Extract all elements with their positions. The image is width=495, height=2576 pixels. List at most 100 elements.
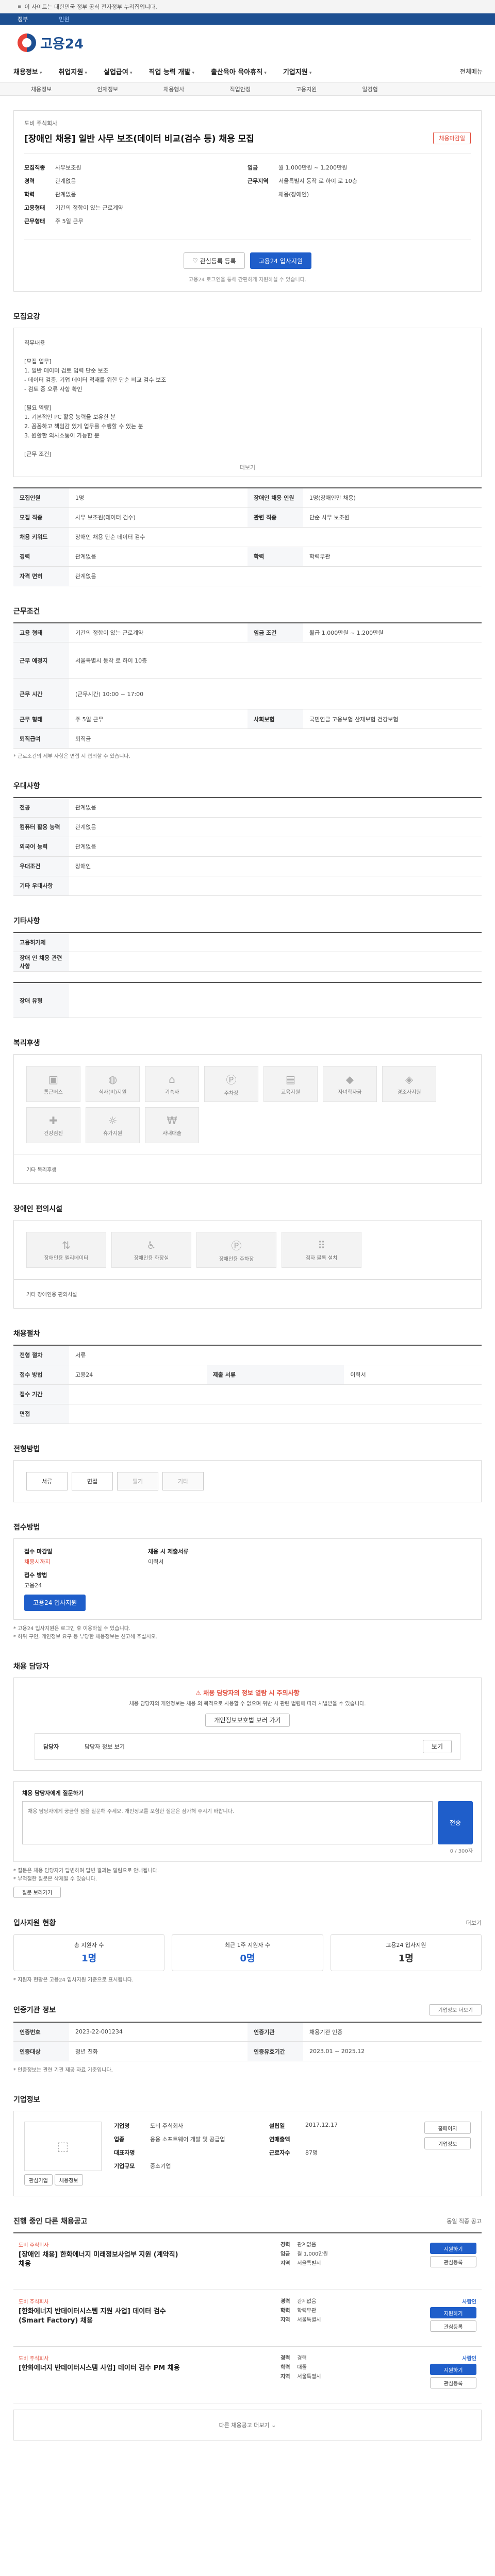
flag-icon: ▪ (18, 3, 22, 10)
apply-value: 고용24 (24, 1582, 42, 1589)
apply-button[interactable]: 고용24 입사지원 (24, 1594, 86, 1611)
company-kv2: 설립일 2017.12.17 연매출액 근로자수 87명 (269, 2122, 424, 2185)
grid-label: 자격 면허 (13, 566, 69, 586)
company-more-button[interactable]: 기업정보 더보기 (429, 2004, 482, 2015)
company-info-button[interactable]: 기업정보 (424, 2137, 471, 2149)
welfare-label: 기숙사 (164, 1089, 179, 1095)
welfare-label: 사내대출 (162, 1130, 182, 1137)
grid-label: 근무 형태 (13, 709, 69, 729)
job-save-button[interactable]: 관심등록 (430, 2320, 476, 2332)
grid-label: 인증대상 (13, 2041, 69, 2061)
privacy-law-button[interactable]: 개인정보보호법 보러 가기 (205, 1713, 290, 1727)
grid-value (69, 1404, 482, 1424)
job-meta-value: 경력 (297, 2355, 307, 2361)
cap-icon: ◆ (345, 1073, 354, 1086)
qa-title: 채용 담당자에게 질문하기 (22, 1789, 84, 1797)
stats-more-link[interactable]: 더보기 (466, 1919, 482, 1927)
job-item-title[interactable]: [한화에너지 반데이터시스템 지원 사업] 데이터 검수 (Smart Fact… (19, 2307, 184, 2326)
gov-link[interactable]: 정부 (18, 15, 28, 23)
grid-label: 채용 키워드 (13, 527, 69, 547)
stats-note: * 지원자 현황은 고용24 입사지원 기준으로 표시됩니다. (13, 1977, 134, 1983)
welfare-label: 휴가지원 (103, 1130, 122, 1137)
more-jobs-button[interactable]: 다른 채용공고 더보기 ⌄ (13, 2410, 482, 2441)
site-logo[interactable]: 고용24 (0, 25, 495, 61)
nav-item[interactable]: 취업지원 (51, 66, 96, 76)
kv-label: 업종 (114, 2136, 125, 2143)
apply-value: 채용시까지 (24, 1558, 51, 1565)
job-apply-button[interactable]: 지원하기 (430, 2243, 476, 2254)
welfare-item: ◍ 식사(비)지원 (86, 1066, 140, 1102)
subnav-item[interactable]: 고용지원 (296, 85, 317, 93)
apply-label: 접수 마감일 (24, 1548, 53, 1555)
health-icon: ✚ (49, 1114, 58, 1127)
kv-label: 설립일 (269, 2123, 285, 2129)
more-button[interactable]: 더보기 (14, 463, 481, 472)
civil-link[interactable]: 민원 (59, 15, 69, 23)
section-title: 진행 중인 다른 채용공고 (13, 2217, 88, 2226)
apply-button[interactable]: 고용24 입사지원 (250, 252, 311, 269)
stat-card: 총 지원자 수 1명 (13, 1934, 165, 1971)
list-item[interactable]: 도비 주식회사 [한화에너지 반데이터시스템 사업] 데이터 검수 PM 채용 경… (13, 2347, 482, 2403)
grid-value: 1명(장애인만 채용) (303, 488, 482, 508)
nav-item[interactable]: 출산육아 육아휴직 (203, 66, 275, 76)
pref-grid: 전공 관계없음 컴퓨터 활용 능력 관계없음 외국어 능력 관계없음 우대조건 장애인 … (13, 797, 482, 896)
grid-value: 서류 (69, 1345, 482, 1365)
grid-value: 관계없음 (69, 566, 482, 586)
favorite-company-button[interactable]: 관심기업 (24, 2174, 53, 2185)
welfare-label: 건강검진 (44, 1130, 63, 1137)
section-title: 근무조건 (13, 607, 40, 616)
job-meta-label: 경력 (280, 2242, 290, 2248)
company-jobs-button[interactable]: 채용정보 (54, 2174, 83, 2185)
company-name: 도비 주식회사 (24, 120, 58, 127)
job-apply-button[interactable]: 지원하기 (430, 2364, 476, 2375)
job-item-title[interactable]: [장애인 채용] 한화에너지 미래정보사업부 지원 (계약직) 채용 (19, 2250, 184, 2269)
nav-item[interactable]: 기업지원 (275, 66, 320, 76)
gov-notice: ▪ 이 사이트는 대한민국 정부 공식 전자정부 누리집입니다. (0, 0, 495, 13)
subnav-item[interactable]: 채용행사 (163, 85, 184, 93)
qa-box: 채용 담당자에게 질문하기 전송 0 / 300자 (13, 1781, 482, 1862)
view-contact-button[interactable]: 보기 (422, 1739, 452, 1753)
question-input[interactable] (22, 1801, 433, 1844)
subnav-item[interactable]: 일경험 (362, 85, 377, 93)
nav-item[interactable]: 직업 능력 개발 (141, 66, 203, 76)
send-button[interactable]: 전송 (438, 1801, 473, 1844)
job-apply-button[interactable]: 지원하기 (430, 2307, 476, 2318)
nav-item[interactable]: 실업급여 (95, 66, 141, 76)
gift-icon: ◈ (405, 1073, 414, 1086)
subnav-item[interactable]: 인재정보 (97, 85, 118, 93)
nav-item[interactable]: 채용정보 (5, 66, 51, 76)
grid-value: 채용기관 인증 (303, 2022, 482, 2042)
welfare-item: Ⓟ 주차장 (204, 1066, 258, 1102)
job-item-title[interactable]: [한화에너지 반데이터시스템 사업] 데이터 검수 PM 채용 (19, 2364, 184, 2373)
subnav-item[interactable]: 직업안정 (229, 85, 250, 93)
job-meta-label: 임금 (280, 2251, 290, 2257)
stat-card: 고용24 입사지원 1명 (330, 1934, 482, 1971)
subnav-item[interactable]: 채용정보 (31, 85, 52, 93)
header-right: 임금 월 1,000만원 ~ 1,200만원 근무지역 서울특별시 동작 로 하이 … (248, 163, 471, 230)
job-meta-label: 지역 (280, 2261, 290, 2266)
grid-value: 기간의 정함이 있는 근로계약 (69, 622, 248, 642)
all-menu-button[interactable]: 전체메뉴 (460, 67, 495, 76)
company-logo: ⬚ (24, 2122, 102, 2171)
view-questions-button[interactable]: 질문 보러가기 (13, 1886, 61, 1898)
contact-value: 담당자 정보 보기 (85, 1743, 125, 1750)
job-meta-label: 경력 (280, 2299, 290, 2304)
similar-filter[interactable]: 동일 직종 공고 (447, 2217, 482, 2225)
list-item[interactable]: 도비 주식회사 [한화에너지 반데이터시스템 지원 사업] 데이터 검수 (Sma… (13, 2290, 482, 2347)
grid-label: 모집인원 (13, 488, 69, 508)
save-button[interactable]: ♡ 관심등록 등록 (184, 252, 245, 269)
job-save-button[interactable]: 관심등록 (430, 2377, 476, 2388)
grid-value: 관계없음 (69, 798, 482, 818)
grid-value: 단순 사무 보조원 (303, 507, 482, 528)
kv-value: 87명 (305, 2149, 318, 2156)
grid-value: 장애인 채용 단순 데이터 검수 (69, 527, 482, 547)
doc-item: 필기 (117, 1471, 158, 1490)
homepage-button[interactable]: 홈페이지 (424, 2122, 471, 2134)
deadline-badge: 채용마감일 (433, 131, 471, 144)
list-item[interactable]: 도비 주식회사 [장애인 채용] 한화에너지 미래정보사업부 지원 (계약직) 채… (13, 2233, 482, 2290)
kv-label: 학력 (24, 191, 35, 198)
select-grid: 전형 절차 서류 접수 방법 고용24 제출 서류 이력서 접수 기간 면접 (13, 1345, 482, 1424)
gov-bar: 정부 민원 (0, 13, 495, 25)
job-save-button[interactable]: 관심등록 (430, 2256, 476, 2267)
grid-value (69, 982, 482, 1018)
